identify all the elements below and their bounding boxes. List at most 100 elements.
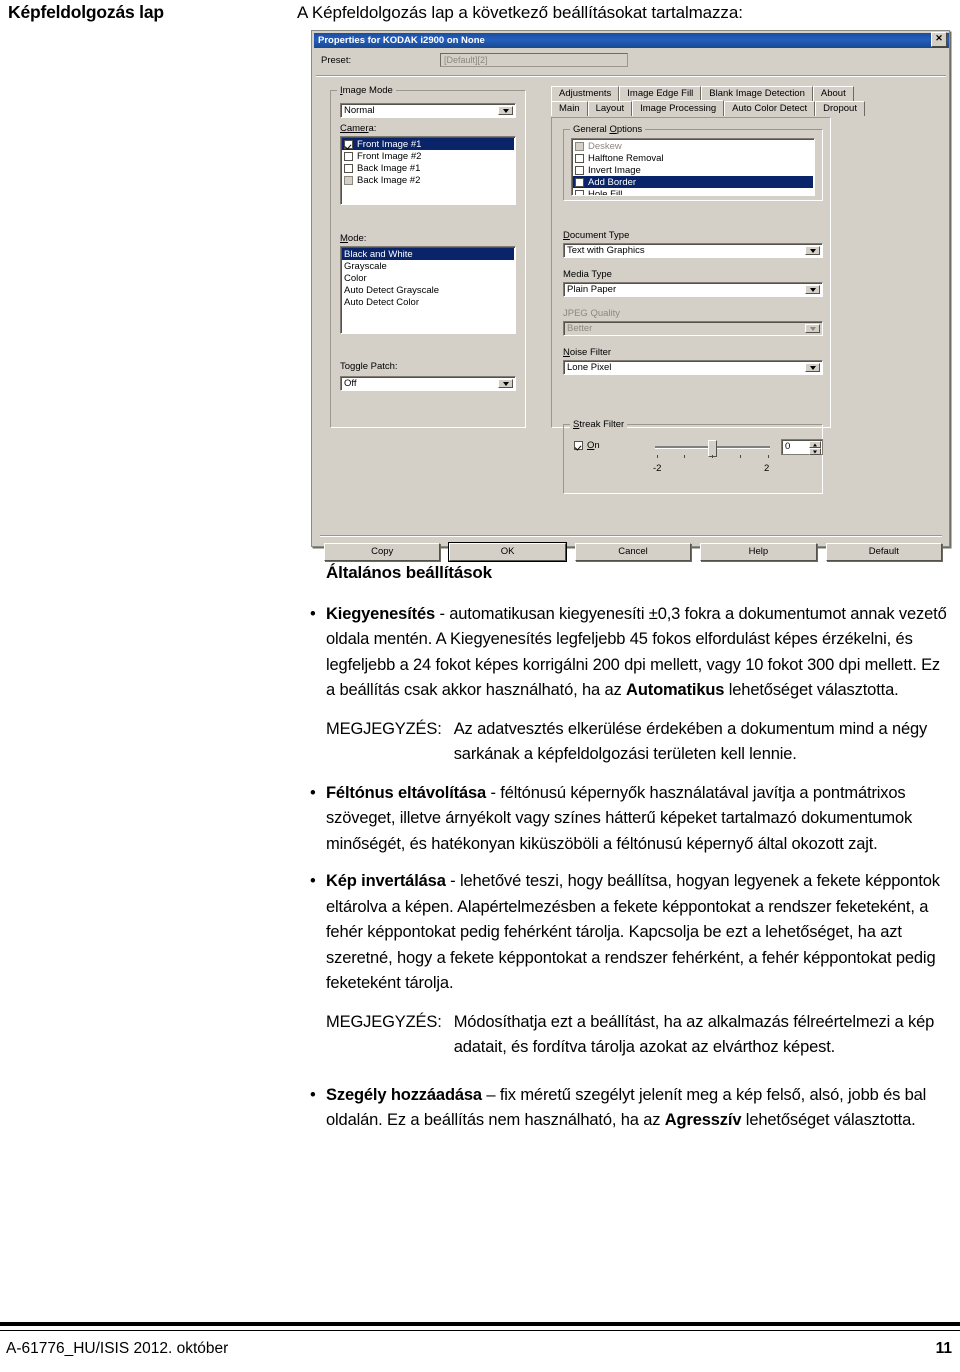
list-item-label: Invert Image bbox=[588, 164, 641, 176]
ok-button[interactable]: OK bbox=[448, 542, 567, 562]
footer-rule-thick bbox=[0, 1322, 960, 1326]
close-icon[interactable]: ✕ bbox=[931, 32, 947, 47]
mode-listbox[interactable]: Black and White Grayscale Color Auto Det… bbox=[340, 246, 516, 334]
list-item-label: Back Image #1 bbox=[357, 162, 421, 174]
noise-filter-combo[interactable]: Lone Pixel bbox=[563, 360, 823, 375]
preset-row: Preset: [Default][2] bbox=[312, 53, 949, 73]
toggle-patch-value: Off bbox=[344, 378, 357, 389]
list-item-label: Grayscale bbox=[344, 260, 387, 272]
dialog-button-row: Copy OK Cancel Help Default bbox=[324, 542, 943, 562]
chevron-down-icon[interactable] bbox=[498, 379, 513, 388]
tab-main[interactable]: Main bbox=[551, 101, 588, 116]
media-type-combo[interactable]: Plain Paper bbox=[563, 282, 823, 297]
bullet-text-tail: lehetőséget választotta. bbox=[724, 681, 899, 699]
list-item-label: Hole Fill bbox=[588, 188, 623, 196]
list-item-label: Auto Detect Color bbox=[344, 296, 419, 308]
list-item[interactable]: Deskew bbox=[573, 140, 813, 152]
preset-divider bbox=[316, 75, 946, 77]
tab-adjustments[interactable]: Adjustments bbox=[551, 86, 620, 101]
spinner-up-icon[interactable] bbox=[809, 441, 821, 448]
checkbox-icon[interactable] bbox=[575, 153, 584, 163]
bullet-icon: • bbox=[310, 783, 316, 802]
dialog-titlebar: Properties for KODAK i2900 on None bbox=[314, 33, 949, 48]
note-block: MEGJEGYZÉS: Módosíthatja ezt a beállítás… bbox=[326, 1010, 952, 1061]
media-type-value: Plain Paper bbox=[567, 284, 617, 295]
page-footer: A-61776_HU/ISIS 2012. október 11 bbox=[0, 1338, 960, 1368]
slider-tick bbox=[657, 455, 658, 458]
footer-rule-thin bbox=[0, 1330, 960, 1331]
checkbox-icon[interactable] bbox=[574, 441, 583, 450]
bullet-term: Féltónus eltávolítása bbox=[326, 783, 487, 802]
default-button[interactable]: Default bbox=[825, 543, 943, 561]
list-item-label: Auto Detect Grayscale bbox=[344, 284, 440, 296]
list-item[interactable]: Grayscale bbox=[342, 260, 514, 272]
footer-page-number: 11 bbox=[935, 1340, 952, 1357]
bullet-term: Szegély hozzáadása bbox=[326, 1085, 482, 1104]
slider-min-label: -2 bbox=[653, 463, 662, 474]
toggle-patch-combo[interactable]: Off bbox=[340, 376, 516, 391]
preset-field[interactable]: [Default][2] bbox=[440, 53, 628, 67]
spinner-down-icon[interactable] bbox=[809, 448, 821, 455]
list-item[interactable]: Color bbox=[342, 272, 514, 284]
list-item[interactable]: Halftone Removal bbox=[573, 152, 813, 164]
streak-filter-on-row[interactable]: On bbox=[574, 440, 600, 451]
tab-blank-image-detection[interactable]: Blank Image Detection bbox=[701, 86, 813, 101]
list-item[interactable]: Invert Image bbox=[573, 164, 813, 176]
bullet-icon: • bbox=[310, 1085, 316, 1104]
help-button[interactable]: Help bbox=[700, 543, 817, 561]
chevron-down-icon[interactable] bbox=[805, 285, 820, 294]
list-item[interactable]: Auto Detect Grayscale bbox=[342, 284, 514, 296]
list-item: • Féltónus eltávolítása - féltónusú képe… bbox=[310, 781, 952, 858]
media-type-label: Media Type bbox=[563, 269, 612, 280]
document-type-combo[interactable]: Text with Graphics bbox=[563, 243, 823, 258]
tab-auto-color-detect[interactable]: Auto Color Detect bbox=[724, 101, 816, 116]
tab-layout[interactable]: Layout bbox=[587, 101, 633, 116]
image-mode-legend: Image Mode bbox=[337, 85, 396, 96]
checkbox-icon[interactable] bbox=[344, 163, 353, 173]
checkbox-icon[interactable] bbox=[575, 141, 584, 151]
list-item-label: Deskew bbox=[588, 140, 622, 152]
note-body: Az adatvesztés elkerülése érdekében a do… bbox=[453, 719, 928, 764]
tab-image-edge-fill[interactable]: Image Edge Fill bbox=[619, 86, 702, 101]
streak-filter-spinner[interactable]: 0 bbox=[781, 439, 823, 455]
list-item[interactable]: Black and White bbox=[342, 248, 514, 260]
list-item[interactable]: Add Border bbox=[573, 176, 813, 188]
list-item[interactable]: Back Image #2 bbox=[342, 174, 514, 186]
spinner-buttons[interactable] bbox=[809, 441, 821, 455]
section-heading: Általános beállítások bbox=[326, 563, 492, 582]
list-item[interactable]: Hole Fill bbox=[573, 188, 813, 196]
tab-image-processing[interactable]: Image Processing bbox=[632, 100, 725, 116]
list-item-label: Black and White bbox=[344, 248, 413, 260]
preset-label: Preset: bbox=[321, 55, 352, 66]
image-mode-value: Normal bbox=[344, 105, 375, 116]
general-options-listbox[interactable]: Deskew Halftone Removal Invert Image Add… bbox=[571, 138, 815, 196]
cancel-button[interactable]: Cancel bbox=[574, 543, 692, 561]
list-item[interactable]: Back Image #1 bbox=[342, 162, 514, 174]
chevron-down-icon[interactable] bbox=[805, 246, 820, 255]
chevron-down-icon[interactable] bbox=[805, 363, 820, 372]
streak-filter-on-label: On bbox=[587, 440, 600, 451]
noise-filter-value: Lone Pixel bbox=[567, 362, 612, 373]
copy-button[interactable]: Copy bbox=[324, 543, 441, 561]
image-mode-combo[interactable]: Normal bbox=[340, 103, 516, 118]
checkbox-icon[interactable] bbox=[344, 151, 353, 161]
checkbox-icon[interactable] bbox=[575, 165, 584, 175]
chevron-down-icon bbox=[805, 324, 820, 333]
list-item[interactable]: Front Image #1 bbox=[342, 138, 514, 150]
checkbox-icon[interactable] bbox=[575, 177, 584, 187]
list-item: • Kiegyenesítés - automatikusan kiegyene… bbox=[310, 602, 952, 704]
chevron-down-icon[interactable] bbox=[498, 106, 513, 115]
tab-dropout[interactable]: Dropout bbox=[815, 101, 865, 116]
jpeg-quality-combo: Better bbox=[563, 321, 823, 336]
camera-listbox[interactable]: Front Image #1 Front Image #2 Back Image… bbox=[340, 136, 516, 205]
tab-about[interactable]: About bbox=[812, 86, 854, 101]
checkbox-icon[interactable] bbox=[344, 175, 353, 185]
list-item[interactable]: Auto Detect Color bbox=[342, 296, 514, 308]
bullet-icon: • bbox=[310, 872, 316, 890]
checkbox-icon[interactable] bbox=[575, 189, 584, 195]
noise-filter-label: Noise Filter bbox=[563, 347, 612, 358]
page-header: Képfeldolgozás lap A Képfeldolgozás lap … bbox=[0, 0, 960, 34]
list-item[interactable]: Front Image #2 bbox=[342, 150, 514, 162]
bullet-text: - lehetővé teszi, hogy beállítsa, hogyan… bbox=[326, 872, 940, 992]
checkbox-icon[interactable] bbox=[344, 139, 353, 149]
